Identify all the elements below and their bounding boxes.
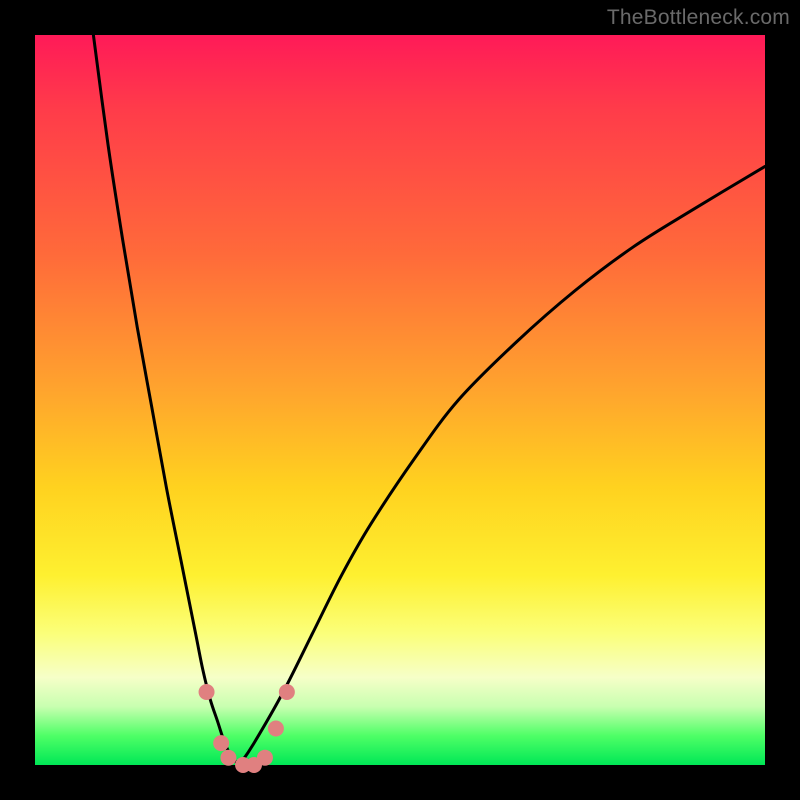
curve-right-branch [239,166,765,765]
curve-marker [220,750,236,766]
watermark-text: TheBottleneck.com [607,6,790,30]
curve-left-branch [93,35,239,765]
curve-marker [213,735,229,751]
chart-svg [35,35,765,765]
curve-marker [279,684,295,700]
curve-marker [268,721,284,737]
plot-area [35,35,765,765]
curve-marker [199,684,215,700]
chart-frame: TheBottleneck.com [0,0,800,800]
curve-marker [257,750,273,766]
